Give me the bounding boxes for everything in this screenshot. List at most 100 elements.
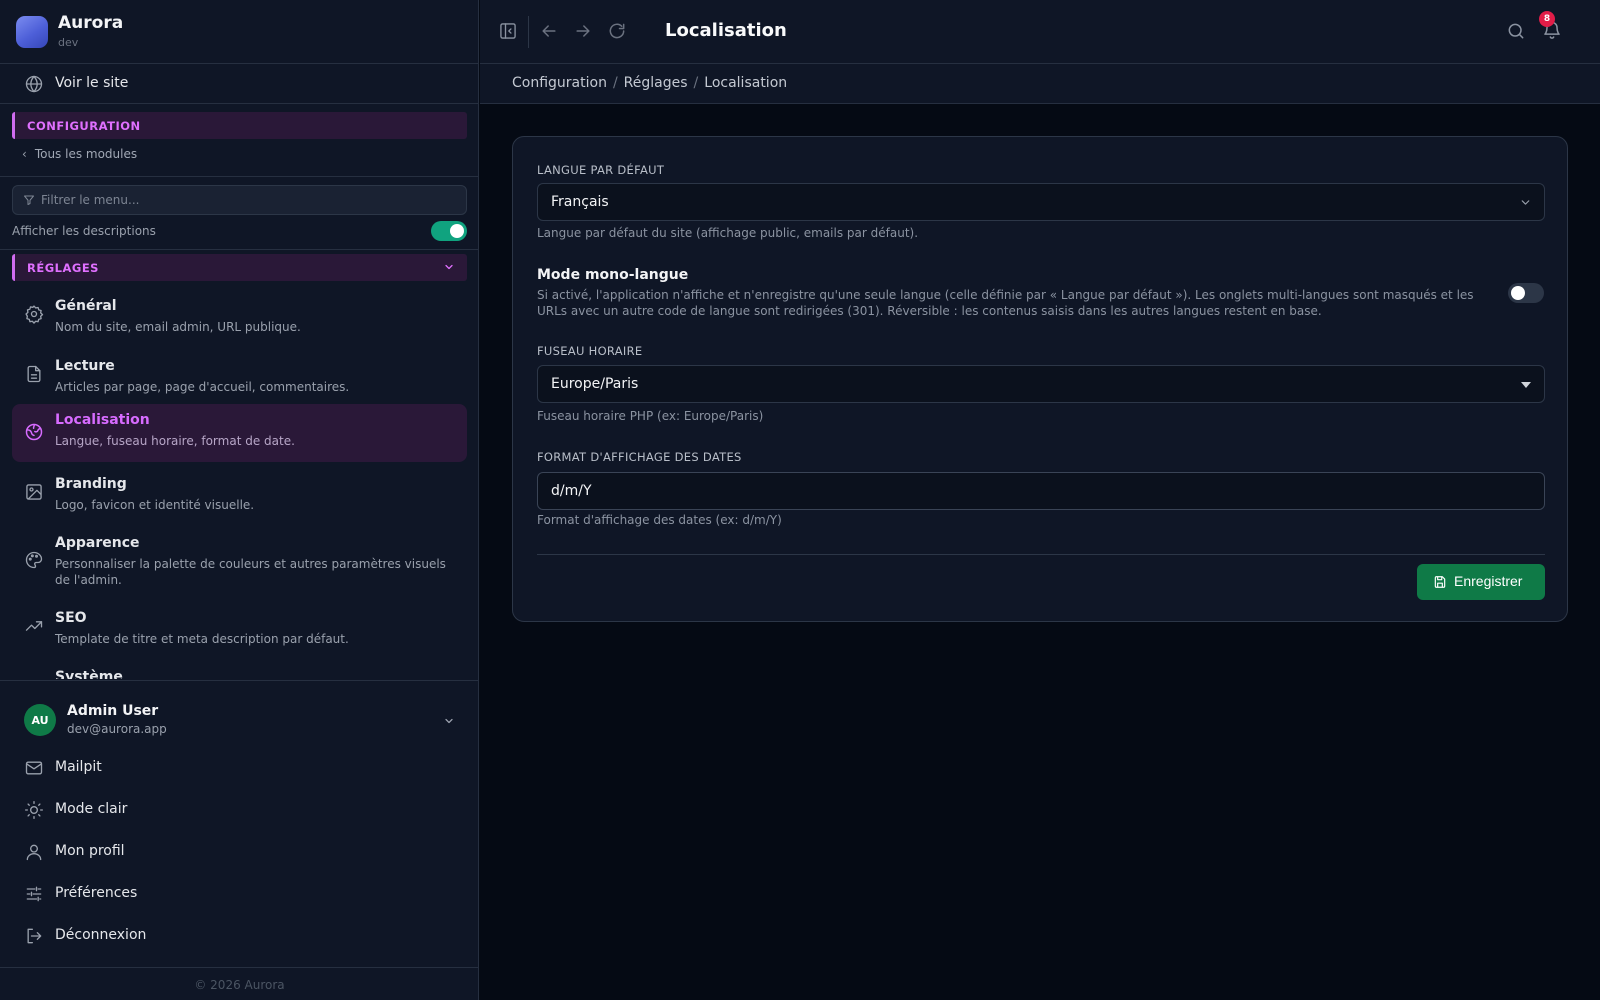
save-button[interactable]: Enregistrer [1417, 564, 1545, 600]
chevron-down-icon[interactable] [443, 715, 455, 727]
save-label: Enregistrer [1454, 573, 1523, 589]
group-title: RÉGLAGES [27, 261, 99, 275]
default-language-label: LANGUE PAR DÉFAUT [537, 163, 665, 177]
section-configuration: CONFIGURATION [12, 112, 467, 139]
globe-icon [24, 74, 44, 94]
sidebar-toggle-icon[interactable] [498, 21, 518, 41]
timezone-help: Fuseau horaire PHP (ex: Europe/Paris) [537, 409, 764, 423]
save-icon [1433, 575, 1447, 589]
mail-icon [24, 758, 44, 778]
back-to-modules-link[interactable]: ‹ Tous les modules [22, 147, 137, 161]
sidebar-item-localisation[interactable]: Localisation Langue, fuseau horaire, for… [12, 404, 467, 462]
user-area: AU Admin User dev@aurora.app Mailpit Mod… [0, 680, 479, 967]
divider [0, 249, 479, 250]
sidebar-item-apparence[interactable]: Apparence Personnaliser la palette de co… [12, 527, 467, 593]
caret-down-icon [1520, 381, 1532, 389]
light-mode-label: Mode clair [55, 801, 128, 817]
sidebar-item-desc: Personnaliser la palette de couleurs et … [55, 557, 446, 587]
sidebar-item-title: Apparence [55, 535, 140, 551]
avatar[interactable]: AU [24, 704, 56, 736]
mono-language-toggle[interactable] [1508, 283, 1544, 303]
show-descriptions-label: Afficher les descriptions [12, 224, 156, 238]
profile-label: Mon profil [55, 843, 125, 859]
sidebar-item-desc: Langue, fuseau horaire, format de date. [55, 434, 295, 448]
chevron-down-icon [1519, 196, 1532, 209]
date-format-label: FORMAT D'AFFICHAGE DES DATES [537, 450, 742, 464]
breadcrumb-current: Localisation [704, 75, 788, 91]
sidebar-item-desc: Articles par page, page d'accueil, comme… [55, 380, 350, 394]
profile-link[interactable]: Mon profil [0, 834, 479, 870]
menu-filter-input[interactable] [41, 190, 451, 210]
default-language-help: Langue par défaut du site (affichage pub… [537, 226, 919, 240]
back-arrow-icon[interactable] [539, 21, 559, 41]
sidebar-item-desc: Nom du site, email admin, URL publique. [55, 320, 301, 334]
forward-arrow-icon[interactable] [573, 21, 593, 41]
group-reglages[interactable]: RÉGLAGES [12, 254, 467, 281]
notification-badge: 8 [1539, 11, 1555, 27]
preferences-label: Préférences [55, 885, 138, 901]
sidebar-item-title: Localisation [55, 412, 150, 428]
image-icon [24, 482, 44, 502]
show-descriptions-toggle[interactable] [431, 221, 467, 241]
menu-filter [12, 185, 467, 215]
logout-link[interactable]: Déconnexion [0, 918, 479, 954]
chevron-down-icon [443, 261, 455, 273]
sidebar-item-title: Système [55, 669, 123, 679]
toggle-knob [450, 224, 464, 238]
date-format-input[interactable] [537, 472, 1545, 510]
gear-icon [24, 304, 44, 324]
breadcrumb-reglages[interactable]: Réglages [624, 75, 688, 91]
timezone-value: Europe/Paris [551, 376, 639, 392]
sidebar-item-lecture[interactable]: Lecture Articles par page, page d'accuei… [12, 350, 467, 400]
sidebar-item-general[interactable]: Général Nom du site, email admin, URL pu… [12, 290, 467, 340]
sidebar-item-title: Lecture [55, 358, 115, 374]
palette-icon [24, 550, 44, 570]
breadcrumb-separator: / [693, 75, 699, 91]
mailpit-link[interactable]: Mailpit [0, 750, 479, 786]
default-language-select[interactable]: Français [537, 183, 1545, 221]
sidebar-item-branding[interactable]: Branding Logo, favicon et identité visue… [12, 468, 467, 518]
user-name: Admin User [67, 703, 159, 719]
refresh-icon[interactable] [607, 21, 627, 41]
sidebar: Aurora dev Voir le site CONFIGURATION ‹ T… [0, 0, 479, 1000]
breadcrumb-bar: Configuration / Réglages / Localisation [480, 64, 1600, 104]
mono-language-desc: Si activé, l'application n'affiche et n'… [537, 288, 1474, 318]
logout-icon [24, 926, 44, 946]
mailpit-label: Mailpit [55, 759, 102, 775]
toggle-knob [1511, 286, 1525, 300]
date-format-help: Format d'affichage des dates (ex: d/m/Y) [537, 513, 782, 527]
user-email: dev@aurora.app [67, 722, 167, 736]
timezone-label: FUSEAU HORAIRE [537, 344, 643, 358]
page-title: Localisation [665, 20, 787, 41]
breadcrumb-configuration[interactable]: Configuration [512, 75, 607, 91]
chevron-left-icon: ‹ [22, 147, 27, 161]
breadcrumb: Configuration / Réglages / Localisation [512, 75, 793, 91]
light-mode-link[interactable]: Mode clair [0, 792, 479, 828]
topbar: Localisation 8 [480, 0, 1600, 64]
sun-icon [24, 800, 44, 820]
view-site-link[interactable]: Voir le site [0, 64, 479, 104]
sidebar-item-systeme[interactable]: Système [12, 661, 467, 679]
sidebar-item-desc: Template de titre et meta description pa… [55, 632, 349, 646]
logout-label: Déconnexion [55, 927, 147, 943]
copyright: © 2026 Aurora [0, 967, 479, 1000]
mono-language-title: Mode mono-langue [537, 267, 689, 283]
back-label: Tous les modules [34, 147, 138, 161]
breadcrumb-separator: / [612, 75, 618, 91]
divider [537, 554, 1545, 555]
section-title: CONFIGURATION [27, 119, 141, 133]
document-icon [24, 364, 44, 384]
divider [0, 176, 479, 177]
user-icon [24, 842, 44, 862]
view-site-label: Voir le site [55, 75, 129, 91]
timezone-select[interactable]: Europe/Paris [537, 365, 1545, 403]
filter-icon [23, 194, 35, 206]
brand: Aurora dev [0, 0, 479, 64]
globe-icon [24, 422, 44, 442]
trending-icon [24, 616, 44, 636]
brand-env: dev [58, 36, 79, 49]
sidebar-item-seo[interactable]: SEO Template de titre et meta descriptio… [12, 602, 467, 652]
search-icon[interactable] [1506, 21, 1526, 41]
preferences-link[interactable]: Préférences [0, 876, 479, 912]
divider [528, 16, 529, 48]
